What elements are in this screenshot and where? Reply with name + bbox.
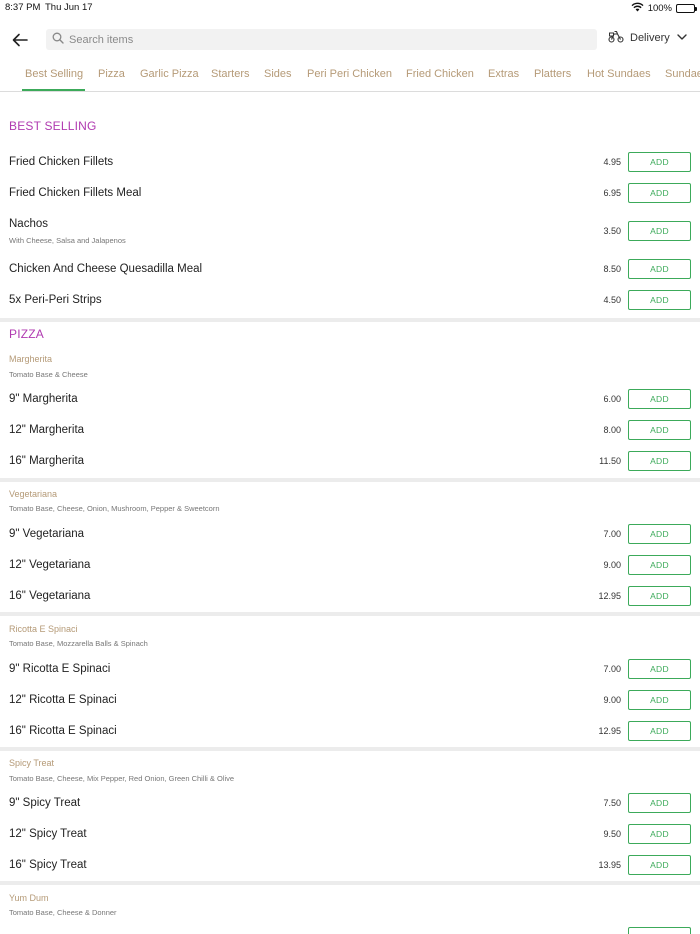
add-button[interactable]: ADD	[628, 659, 691, 679]
battery-icon	[676, 4, 697, 13]
delivery-label: Delivery	[630, 32, 670, 44]
tab-fried-chicken[interactable]: Fried Chicken	[406, 68, 474, 80]
group-title: Yum Dum	[9, 893, 49, 903]
group-description: Tomato Base & Cheese	[9, 370, 88, 379]
group-description: Tomato Base, Cheese, Onion, Mushroom, Pe…	[9, 504, 220, 513]
tab-sundaes[interactable]: Sundaes	[665, 68, 700, 80]
item-name: Fried Chicken Fillets Meal	[9, 187, 142, 199]
item-name: 16" Vegetariana	[9, 590, 91, 602]
add-button[interactable]: ADD	[628, 183, 691, 203]
add-button[interactable]: ADD	[628, 690, 691, 710]
item-price: 8.50	[603, 264, 621, 274]
add-button[interactable]: ADD	[628, 152, 691, 172]
group-description: Tomato Base, Mozzarella Balls & Spinach	[9, 639, 148, 648]
group-title: Vegetariana	[9, 489, 58, 499]
item-name: 9" Ricotta E Spinaci	[9, 663, 111, 675]
group-title: Spicy Treat	[9, 758, 55, 768]
item-price: 4.95	[603, 157, 621, 167]
item-price: 7.50	[603, 798, 621, 808]
top-bar: Delivery	[0, 28, 700, 52]
add-button[interactable]: ADD	[628, 855, 691, 875]
group-title: Margherita	[9, 354, 53, 364]
section-divider	[0, 318, 700, 322]
status-date: Thu Jun 17	[45, 2, 93, 13]
item-price: 9.00	[603, 560, 621, 570]
group-description: Tomato Base, Cheese & Donner	[9, 908, 117, 917]
item-name: 9" Vegetariana	[9, 528, 85, 540]
item-price: 12.95	[598, 726, 621, 736]
add-button[interactable]: ADD	[628, 290, 691, 310]
item-name: 16" Ricotta E Spinaci	[9, 725, 117, 737]
section-title-pizza: PIZZA	[9, 327, 45, 341]
delivery-selector[interactable]: Delivery	[608, 30, 688, 46]
search-bar[interactable]	[46, 29, 597, 50]
tab-starters[interactable]: Starters	[211, 68, 250, 80]
tab-best-selling[interactable]: Best Selling	[25, 68, 83, 80]
add-button[interactable]: ADD	[628, 221, 691, 241]
item-price: 12.95	[598, 591, 621, 601]
item-name: 12" Vegetariana	[9, 559, 91, 571]
tab-hot-sundaes[interactable]: Hot Sundaes	[587, 68, 651, 80]
chevron-down-icon	[676, 32, 688, 44]
tab-platters[interactable]: Platters	[534, 68, 571, 80]
add-button[interactable]: ADD	[628, 420, 691, 440]
status-indicators: 100%	[631, 2, 697, 15]
item-name: 12" Margherita	[9, 424, 85, 436]
item-name: Nachos	[9, 218, 48, 230]
search-icon	[52, 31, 64, 49]
group-divider	[0, 881, 700, 885]
tab-extras[interactable]: Extras	[488, 68, 519, 80]
tab-pizza[interactable]: Pizza	[98, 68, 125, 80]
item-name: 12" Spicy Treat	[9, 828, 87, 840]
item-price: 8.00	[603, 425, 621, 435]
item-price: 6.95	[603, 188, 621, 198]
add-button[interactable]: ADD	[628, 793, 691, 813]
add-button[interactable]: ADD	[628, 524, 691, 544]
item-name: Chicken And Cheese Quesadilla Meal	[9, 263, 203, 275]
item-name: Fried Chicken Fillets	[9, 156, 114, 168]
category-tabs: Best Selling Pizza Garlic Pizza Starters…	[0, 64, 700, 92]
item-price: 9.00	[603, 695, 621, 705]
item-name: 16" Margherita	[9, 455, 85, 467]
group-title: Ricotta E Spinaci	[9, 624, 78, 634]
status-bar: 8:37 PM Thu Jun 17 100%	[0, 0, 700, 16]
back-arrow-icon[interactable]	[10, 31, 30, 49]
tab-sides[interactable]: Sides	[264, 68, 292, 80]
active-tab-indicator	[22, 89, 85, 91]
group-divider	[0, 747, 700, 751]
scooter-icon	[608, 30, 624, 46]
add-button[interactable]: ADD	[628, 389, 691, 409]
add-button[interactable]: ADD	[628, 555, 691, 575]
add-button[interactable]: ADD	[628, 259, 691, 279]
add-button[interactable]: ADD	[628, 586, 691, 606]
item-description: With Cheese, Salsa and Jalapenos	[9, 236, 126, 245]
wifi-icon	[631, 2, 644, 15]
item-name: 5x Peri-Peri Strips	[9, 294, 102, 306]
add-button[interactable]: ADD	[628, 451, 691, 471]
item-name: 9" Spicy Treat	[9, 797, 81, 809]
item-price: 13.95	[598, 860, 621, 870]
section-title-best-selling: BEST SELLING	[9, 119, 97, 133]
tab-peri-peri-chicken[interactable]: Peri Peri Chicken	[307, 68, 392, 80]
item-price: 4.50	[603, 295, 621, 305]
search-input[interactable]	[69, 33, 569, 46]
item-price: 7.00	[603, 664, 621, 674]
item-name: 12" Ricotta E Spinaci	[9, 694, 117, 706]
add-button[interactable]: ADD	[628, 721, 691, 741]
status-time: 8:37 PM	[5, 2, 41, 13]
item-price: 3.50	[603, 226, 621, 236]
add-button[interactable]: ADD	[628, 927, 691, 934]
tab-garlic-pizza[interactable]: Garlic Pizza	[140, 68, 199, 80]
item-name: 16" Spicy Treat	[9, 859, 87, 871]
item-name: 9" Margherita	[9, 393, 78, 405]
item-price: 9.50	[603, 829, 621, 839]
item-price: 6.00	[603, 394, 621, 404]
add-button[interactable]: ADD	[628, 824, 691, 844]
item-price: 7.00	[603, 529, 621, 539]
battery-percent: 100%	[647, 3, 672, 14]
group-divider	[0, 478, 700, 482]
item-price: 11.50	[599, 456, 621, 466]
group-divider	[0, 612, 700, 616]
group-description: Tomato Base, Cheese, Mix Pepper, Red Oni…	[9, 774, 235, 783]
